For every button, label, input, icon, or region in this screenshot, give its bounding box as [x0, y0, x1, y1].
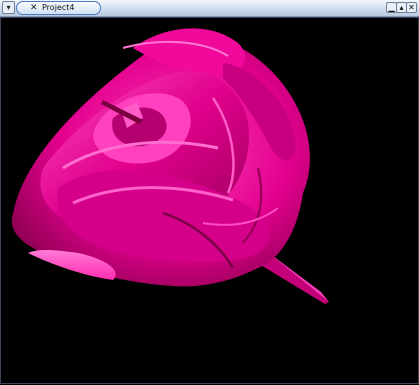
maximize-icon: ▴: [399, 3, 404, 12]
rose-bloom: [11, 28, 310, 287]
menu-arrow-icon: ▾: [6, 3, 11, 12]
window-menu-button[interactable]: ▾: [2, 1, 15, 14]
rose-rendering: [11, 28, 329, 304]
app-window: ▾ ✕ Project4 ▁ ▴ ✕: [0, 0, 419, 384]
title-bar[interactable]: ▾ ✕ Project4 ▁ ▴ ✕: [0, 0, 419, 17]
close-icon: ✕: [408, 3, 415, 12]
x-app-icon: ✕: [30, 3, 38, 13]
minimize-icon: ▁: [388, 3, 395, 12]
close-button[interactable]: ✕: [406, 2, 417, 13]
window-title-tab[interactable]: ✕ Project4: [16, 1, 101, 15]
render-canvas[interactable]: [3, 18, 416, 381]
window-title: Project4: [42, 3, 75, 12]
